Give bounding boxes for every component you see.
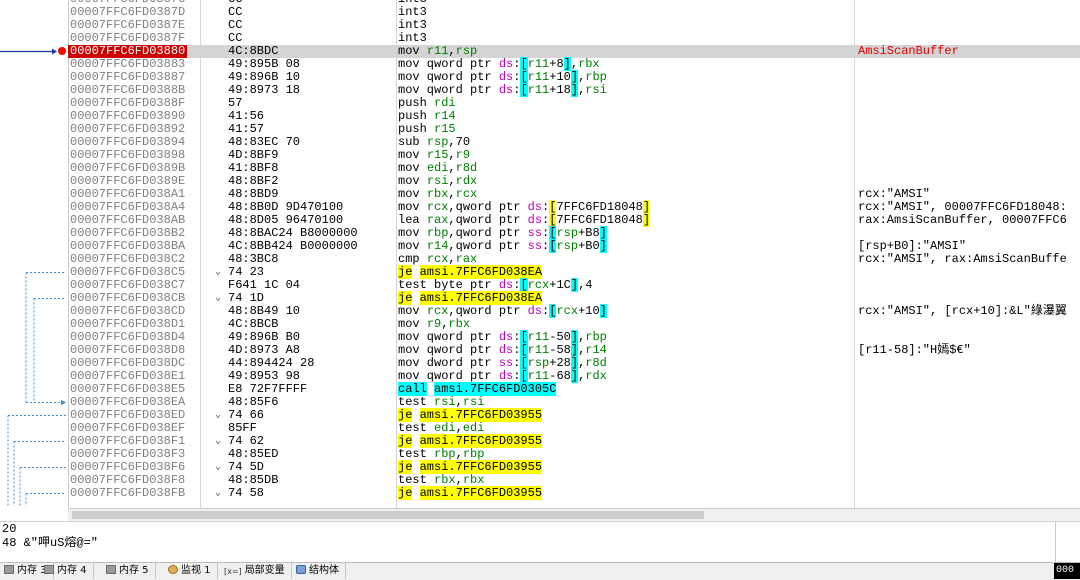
instruction-row[interactable]: 00007FFC6FD038E1 49:8953 98 mov qword ptr … — [68, 369, 1080, 383]
info-line-1: 20 — [2, 522, 17, 536]
jump-direction-icon: ⌄ — [215, 436, 222, 447]
instruction-bytes: 74 58 — [228, 486, 265, 500]
instruction-row[interactable]: 00007FFC6FD038C7 F641 1C 04 test byte ptr … — [68, 278, 1080, 292]
memory-icon — [106, 565, 116, 574]
info-line-2: 48 &"呷uS熔@=" — [2, 536, 99, 550]
tab-watch[interactable]: 监视 1 — [164, 563, 218, 579]
instruction-row[interactable]: 00007FFC6FD038F1 ⌄ 74 62 je amsi.7FFC6FD039… — [68, 434, 1080, 448]
instruction-comment: rcx:"AMSI", rax:AmsiScanBuffe — [858, 252, 1067, 266]
jump-direction-icon: ⌄ — [215, 293, 222, 304]
instruction-text[interactable]: je amsi.7FFC6FD03955 — [398, 486, 543, 500]
instruction-comment: rcx:"AMSI", [rcx+10]:&L"綠瀑翼 — [858, 304, 1067, 318]
instruction-comment: rax:AmsiScanBuffer, 00007FFC6 — [858, 213, 1067, 227]
instruction-row[interactable]: 00007FFC6FD038FB ⌄ 74 58 je amsi.7FFC6FD039… — [68, 486, 1080, 500]
instruction-row[interactable]: 00007FFC6FD03894 48:83EC 70 sub rsp,70 — [68, 136, 1080, 149]
instruction-address[interactable]: 00007FFC6FD038FB — [70, 487, 185, 500]
bottom-tab-bar: 内存 3 内存 4 内存 5 监视 1 [x=] 局部变量 结构体 — [0, 562, 1080, 580]
instruction-row[interactable]: 00007FFC6FD0389B 41:8BF8 mov edi,r8d — [68, 162, 1080, 175]
tab-label: 内存 4 — [57, 565, 87, 576]
branch-gutter — [0, 0, 69, 508]
instruction-row[interactable]: 00007FFC6FD0388B 49:8973 18 mov qword ptr … — [68, 83, 1080, 97]
disassembly-view[interactable]: 00007FFC6FD0387CCCint300007FFC6FD0387DCC… — [0, 0, 1080, 508]
instruction-row[interactable]: 00007FFC6FD0388F 57 push rdi — [68, 97, 1080, 110]
tab-struct[interactable]: 结构体 — [292, 563, 346, 579]
jump-direction-icon: ⌄ — [215, 462, 222, 473]
tab-label: 监视 1 — [181, 565, 211, 576]
struct-icon — [296, 565, 306, 574]
status-indicator: 000 — [1054, 563, 1080, 579]
tab-memory[interactable]: 内存 4 — [40, 563, 94, 579]
memory-icon — [44, 565, 54, 574]
instruction-row[interactable]: 00007FFC6FD038F8 48:85DB test rbx,rbx — [68, 474, 1080, 487]
info-panel: 20 48 &"呷uS熔@=" — [0, 521, 1080, 562]
instruction-row[interactable]: 00007FFC6FD038CD 48:8B49 10 mov rcx,qword … — [68, 304, 1080, 318]
instruction-comment: [r11-58]:"H嫣$€" — [858, 343, 971, 357]
breakpoint-icon[interactable] — [58, 47, 66, 55]
instruction-row[interactable]: 00007FFC6FD038EA 48:85F6 test rsi,rsi — [68, 396, 1080, 409]
jump-direction-icon: ⌄ — [215, 410, 222, 421]
instruction-row[interactable]: 00007FFC6FD03898 4D:8BF9 mov r15,r9 — [68, 149, 1080, 162]
jump-arrows — [0, 48, 66, 506]
memory-icon — [4, 565, 14, 574]
tab-memory[interactable]: 内存 5 — [102, 563, 156, 579]
instruction-row[interactable]: 00007FFC6FD03890 41:56 push r14 — [68, 110, 1080, 123]
horizontal-scrollbar[interactable] — [68, 508, 1080, 521]
scrollbar-thumb[interactable] — [72, 511, 704, 519]
jump-direction-icon: ⌄ — [215, 267, 222, 278]
tab-label: 内存 5 — [119, 565, 149, 576]
tab-label: 结构体 — [309, 565, 339, 576]
instruction-row[interactable]: 00007FFC6FD0387E CC int3 — [68, 19, 1080, 32]
instruction-row[interactable]: 00007FFC6FD038C2 48:3BC8 cmp rcx,rax rcx:"A… — [68, 253, 1080, 266]
instruction-row[interactable]: 00007FFC6FD03892 41:57 push r15 — [68, 123, 1080, 136]
jump-direction-icon: ⌄ — [215, 488, 222, 499]
instruction-row[interactable]: 00007FFC6FD038E5 E8 72F7FFFF call amsi.7FF… — [68, 382, 1080, 396]
tab-local-vars[interactable]: [x=] 局部变量 — [220, 563, 292, 579]
instruction-comment: AmsiScanBuffer — [858, 44, 959, 58]
instruction-row[interactable]: 00007FFC6FD038F3 48:85ED test rbp,rbp — [68, 448, 1080, 461]
instruction-row[interactable]: 00007FFC6FD038F6 ⌄ 74 5D je amsi.7FFC6FD039… — [68, 460, 1080, 474]
local-vars-icon: [x=] — [224, 567, 242, 576]
watch-icon — [168, 565, 178, 574]
arrow-head-icon — [52, 48, 57, 55]
instruction-row[interactable]: 00007FFC6FD0387D CC int3 — [68, 6, 1080, 19]
tab-label: 局部变量 — [244, 565, 285, 576]
instruction-row[interactable]: 00007FFC6FD038ED ⌄ 74 66 je amsi.7FFC6FD039… — [68, 408, 1080, 422]
arrow-head-icon — [61, 400, 66, 405]
info-panel-side — [1055, 522, 1080, 562]
instruction-row[interactable]: 00007FFC6FD038EF 85FF test edi,edi — [68, 422, 1080, 435]
